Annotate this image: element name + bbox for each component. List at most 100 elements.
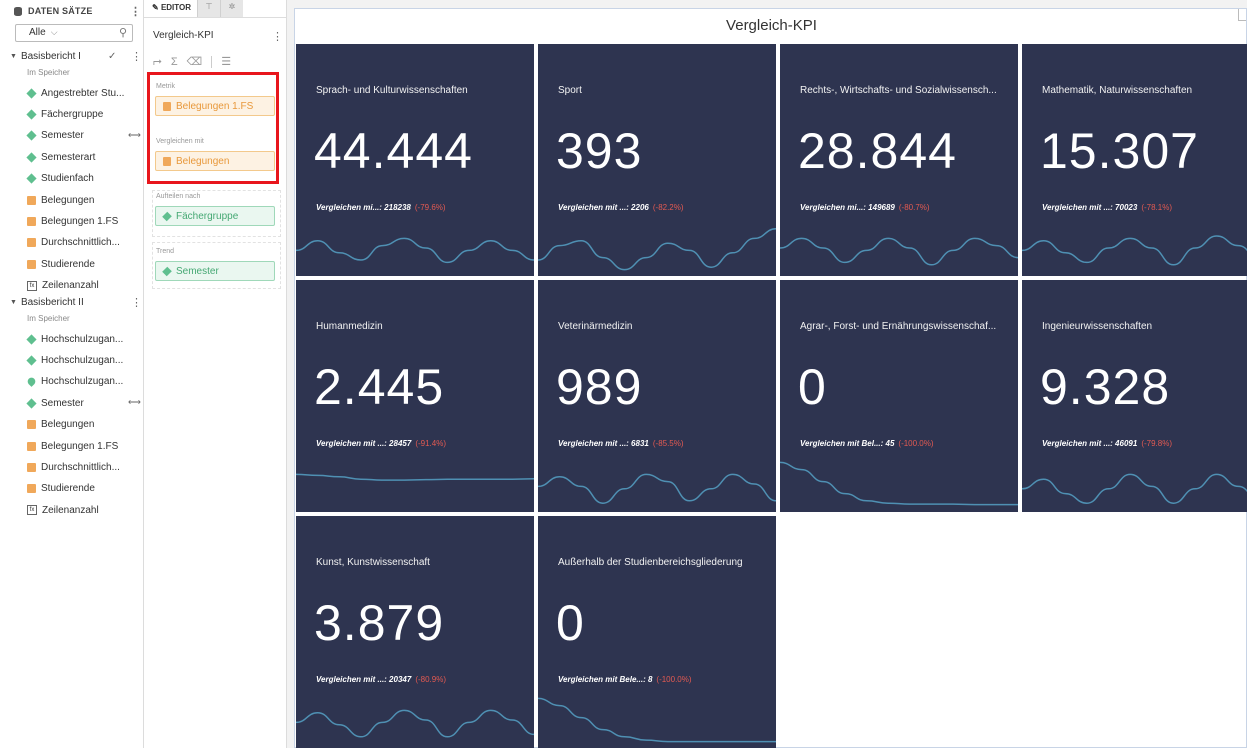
dataset-field[interactable]: Semester — [26, 128, 84, 144]
dataset-field[interactable]: Semesterart — [26, 149, 96, 165]
kpi-title: Humanmedizin — [316, 321, 383, 332]
kpi-tile[interactable]: Mathematik, Naturwissenschaften 15.307 Ver… — [1022, 44, 1247, 276]
dataset-field-label: Hochschulzugan... — [41, 376, 124, 388]
dashboard-canvas: Vergleich-KPI Sprach- und Kulturwissensc… — [294, 8, 1247, 748]
dataset-field-label: Angestrebter Stu... — [41, 87, 125, 99]
kpi-tile[interactable]: Sport 393 Vergleichen mit ...: 2206 (-82.2%… — [538, 44, 776, 276]
kpi-title: Sprach- und Kulturwissenschaften — [316, 85, 468, 96]
kpi-tile[interactable]: Außerhalb der Studienbereichsgliederung 0… — [538, 516, 776, 748]
dataset-field[interactable]: Belegungen — [27, 192, 94, 208]
resize-corner-icon[interactable] — [1238, 9, 1246, 21]
dataset-field[interactable]: Belegungen 1.FS — [27, 438, 118, 454]
kpi-compare-text: Vergleichen mit ...: 46091 — [1042, 439, 1138, 448]
dataset-field-label: Durchschnittlich... — [41, 237, 120, 249]
tab-editor[interactable]: ✎ EDITOR — [144, 0, 198, 17]
kpi-tile[interactable]: Rechts-, Wirtschafts- und Sozialwissensc… — [780, 44, 1018, 276]
kpi-tile[interactable]: Ingenieurwissenschaften 9.328 Vergleichen … — [1022, 280, 1247, 512]
kpi-tile[interactable]: Agrar-, Forst- und Ernährungswissenschaf… — [780, 280, 1018, 512]
kpi-tile[interactable]: Humanmedizin 2.445 Vergleichen mit ...: 28… — [296, 280, 534, 512]
dimension-icon — [26, 130, 37, 141]
dataset-group-label: Basisbericht II — [20, 297, 84, 308]
kpi-comparison: Vergleichen mi...: 149689 (-80.7%) — [800, 203, 930, 212]
dataset-field-label: Semesterart — [41, 151, 96, 163]
measure-icon — [27, 216, 36, 226]
kpi-change-percent: (-79.8%) — [1141, 439, 1172, 448]
highlight-box — [147, 72, 279, 184]
dataset-field[interactable]: Belegungen 1.FS — [27, 213, 118, 229]
settings-sliders-icon[interactable]: ☰ — [221, 55, 231, 68]
kpi-value: 393 — [556, 123, 643, 179]
gear-icon: ✲ — [228, 2, 236, 11]
editor-toolbar: ⮣ Σ ⌫ ☰ — [153, 55, 231, 68]
widget-title[interactable]: Vergleich-KPI — [153, 30, 214, 41]
datasets-menu-icon[interactable]: ⋮ — [130, 5, 141, 18]
kpi-title: Veterinärmedizin — [558, 321, 633, 332]
dimension-icon — [26, 398, 37, 409]
kpi-compare-text: Vergleichen mit ...: 6831 — [558, 439, 649, 448]
split-slot-label: Aufteilen nach — [156, 193, 201, 200]
kpi-comparison: Vergleichen mit ...: 20347 (-80.9%) — [316, 675, 446, 684]
search-icon[interactable]: ⚲ — [119, 26, 127, 39]
tab-editor-label: EDITOR — [160, 3, 192, 12]
kpi-tile[interactable]: Kunst, Kunstwissenschaft 3.879 Vergleichen… — [296, 516, 534, 748]
dataset-group-menu-icon[interactable]: ⋮ — [131, 50, 142, 63]
kpi-value: 15.307 — [1040, 123, 1199, 179]
measure-icon — [27, 195, 36, 205]
geo-icon — [26, 376, 37, 388]
dataset-field[interactable]: Hochschulzugan... — [26, 331, 123, 347]
database-icon — [14, 6, 22, 16]
dataset-field-label: Belegungen — [41, 419, 95, 431]
dataset-field[interactable]: Hochschulzugan... — [26, 352, 123, 368]
kpi-title: Mathematik, Naturwissenschaften — [1042, 85, 1193, 96]
link-icon: ⟷ — [128, 397, 141, 408]
dataset-field[interactable]: Studienfach — [26, 171, 94, 187]
eraser-icon[interactable]: ⌫ — [187, 55, 203, 68]
dataset-field-label: Studienfach — [41, 173, 94, 185]
dataset-field[interactable]: Studierende — [27, 256, 95, 272]
kpi-change-percent: (-79.6%) — [414, 203, 446, 212]
trend-sparkline — [538, 228, 776, 271]
kpi-comparison: Vergleichen mit ...: 6831 (-85.5%) — [558, 439, 684, 448]
dataset-field[interactable]: Durchschnittlich... — [27, 459, 120, 475]
calculated-icon: fx — [27, 505, 37, 516]
measure-icon — [27, 441, 36, 451]
dataset-group-menu-icon[interactable]: ⋮ — [131, 296, 142, 309]
kpi-compare-text: Vergleichen mit ...: 2206 — [558, 203, 649, 212]
trend-pill[interactable]: Semester — [155, 261, 275, 281]
widget-menu-icon[interactable]: ⋮ — [272, 30, 283, 43]
dataset-field[interactable]: Fächergruppe — [26, 106, 104, 122]
dataset-field[interactable]: fx Zeilenanzahl — [27, 278, 99, 294]
dataset-field[interactable]: Angestrebter Stu... — [26, 85, 125, 101]
kpi-value: 989 — [556, 359, 643, 415]
trend-line — [538, 697, 776, 743]
kpi-change-percent: (-100.0%) — [656, 675, 692, 684]
dataset-field-label: Zeilenanzahl — [42, 504, 99, 516]
caret-down-icon[interactable]: ▼ — [10, 53, 17, 60]
toolbar-divider — [211, 55, 213, 68]
dataset-group[interactable]: ▼ Basisbericht I — [10, 51, 81, 62]
datasets-header: DATEN SÄTZE ⋮ — [0, 0, 143, 22]
dataset-field[interactable]: Belegungen — [27, 417, 94, 433]
tab-settings[interactable]: ✲ — [220, 0, 244, 17]
caret-down-icon[interactable]: ▼ — [10, 299, 17, 306]
dataset-group[interactable]: ▼ Basisbericht II — [10, 297, 84, 308]
trend-line — [296, 473, 534, 481]
dataset-field[interactable]: Studierende — [27, 481, 95, 497]
tab-filter[interactable]: ⊤ — [197, 0, 221, 17]
dataset-field[interactable]: Durchschnittlich... — [27, 235, 120, 251]
calculated-icon: fx — [27, 280, 37, 291]
kpi-tile[interactable]: Sprach- und Kulturwissenschaften 44.444 Ve… — [296, 44, 534, 276]
dataset-field[interactable]: Hochschulzugan... — [26, 374, 124, 390]
kpi-comparison: Vergleichen mit Bele...: 8 (-100.0%) — [558, 675, 692, 684]
trend-line — [538, 473, 776, 504]
sum-icon[interactable]: Σ — [171, 56, 178, 68]
dataset-field-label: Fächergruppe — [41, 108, 104, 120]
dataset-filter-dropdown[interactable]: Alle ⌵ ⚲ — [15, 24, 133, 42]
dataset-field[interactable]: Semester — [26, 395, 84, 411]
swap-axes-icon[interactable]: ⮣ — [153, 55, 162, 68]
dataset-group-status: Im Speicher — [27, 68, 70, 77]
kpi-tile[interactable]: Veterinärmedizin 989 Vergleichen mit ...: … — [538, 280, 776, 512]
split-pill[interactable]: Fächergruppe — [155, 206, 275, 226]
dataset-field[interactable]: fx Zeilenanzahl — [27, 502, 99, 518]
kpi-change-percent: (-91.4%) — [415, 439, 446, 448]
